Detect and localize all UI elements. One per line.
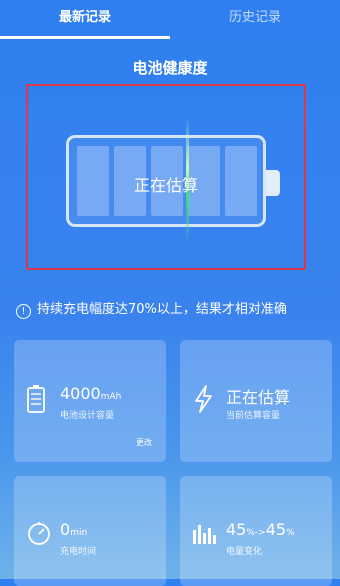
charging-time-value: 0min xyxy=(60,520,88,539)
estimated-capacity-label: 当前估算容量 xyxy=(226,411,281,421)
info-icon: ! xyxy=(16,304,31,319)
accuracy-notice: ! 持续充电幅度达70%以上，结果才相对准确 xyxy=(16,298,336,319)
chart-icon xyxy=(193,525,216,544)
active-tab-indicator xyxy=(0,36,170,39)
lightning-icon xyxy=(195,385,212,413)
tab-latest-records[interactable]: 最新记录 xyxy=(0,0,170,38)
battery-terminal xyxy=(266,170,280,196)
record-tabs: 最新记录 历史记录 xyxy=(0,0,340,40)
battery-status-text: 正在估算 xyxy=(133,176,198,195)
change-capacity-button[interactable]: 更改 xyxy=(136,437,152,448)
page-title: 电池健康度 xyxy=(132,59,208,77)
design-capacity-value: 4000mAh xyxy=(60,384,122,403)
estimated-capacity-value: 正在估算 xyxy=(226,388,291,407)
design-capacity-card: 4000mAh 电池设计容量 更改 xyxy=(14,340,166,462)
battery-icon xyxy=(27,385,45,413)
battery-change-value: 45%->45% xyxy=(226,520,295,539)
battery-change-card: 45%->45% 电量变化 xyxy=(180,476,332,586)
charging-time-label: 充电时间 xyxy=(60,547,97,557)
design-capacity-label: 电池设计容量 xyxy=(60,411,115,421)
tab-history-records[interactable]: 历史记录 xyxy=(170,0,340,38)
battery-change-label: 电量变化 xyxy=(226,547,263,557)
estimated-capacity-card: 正在估算 当前估算容量 xyxy=(180,340,332,462)
charging-time-card: 0min 充电时间 xyxy=(14,476,166,586)
timer-icon xyxy=(28,522,50,545)
notice-text: 持续充电幅度达70%以上，结果才相对准确 xyxy=(37,302,287,317)
